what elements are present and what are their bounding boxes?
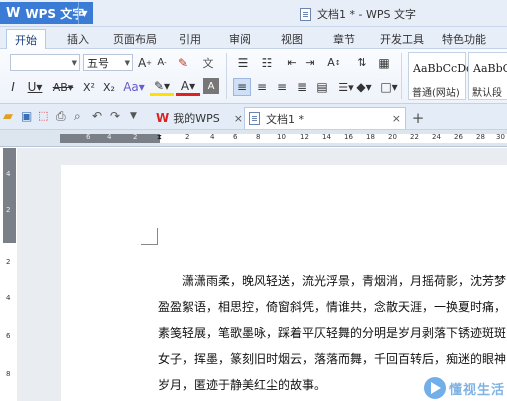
tab-my-wps[interactable]: W 我的WPS × [152, 107, 244, 129]
justify-button[interactable]: ≣ [293, 78, 311, 96]
tab-review[interactable]: 审阅 [222, 29, 258, 49]
tab-document1[interactable]: 文档1 * × [244, 107, 406, 129]
phonetic-guide-button[interactable]: 文 [196, 54, 220, 71]
open-folder-icon[interactable]: ▰ [3, 109, 17, 124]
align-right-button[interactable]: ≡ [273, 78, 291, 96]
font-size-select[interactable]: 五号 ▼ [83, 54, 133, 71]
shading-icon[interactable]: ◆▾ [352, 78, 376, 96]
style-normal-web[interactable]: AaBbCcDd 普通(网站) [408, 52, 473, 100]
save-icon[interactable]: ▣ [21, 109, 35, 123]
close-icon[interactable]: × [392, 112, 401, 125]
new-tab-button[interactable]: + [410, 107, 426, 129]
redo-icon[interactable]: ↷ [110, 109, 124, 123]
tab-chapter[interactable]: 章节 [326, 29, 362, 49]
style-default-paragraph[interactable]: AaBbC 默认段 [468, 52, 507, 100]
superscript-button[interactable]: X² [80, 78, 98, 96]
tab-label: 文档1 * [266, 112, 304, 126]
text-effect-button[interactable]: Aa▾ [122, 78, 146, 96]
font-color-button[interactable]: A▾ [176, 78, 200, 96]
style-name: 默认段 [472, 88, 502, 99]
print-preview-icon[interactable]: ⌕ [74, 109, 88, 123]
watermark: 懂视生活 [423, 377, 505, 399]
tab-special-features[interactable]: 特色功能 [438, 29, 490, 49]
style-name: 普通(网站) [412, 88, 460, 99]
tab-insert[interactable]: 插入 [60, 29, 96, 49]
distribute-button[interactable]: ▤ [313, 78, 331, 96]
align-left-button[interactable]: ≡ [233, 78, 251, 96]
style-sample: AaBbC [473, 62, 507, 75]
show-marks-button[interactable]: ▦ [376, 54, 392, 71]
margin-corner-mark [141, 228, 158, 245]
align-center-button[interactable]: ≡ [253, 78, 271, 96]
char-shading-button[interactable]: A [203, 78, 219, 94]
chevron-down-icon[interactable]: ▼ [78, 2, 90, 24]
tab-label: 我的WPS [173, 112, 220, 125]
quick-access-bar: ▰ ▣ ⬚ ⎙ ⌕ ↶ ↷ ▼ W 我的WPS × 文档1 * × + [0, 104, 507, 130]
app-name: WPS 文字 [25, 6, 85, 21]
shrink-font-button[interactable]: A- [154, 54, 170, 71]
tab-developer-tools[interactable]: 开发工具 [376, 29, 428, 49]
horizontal-ruler: 6 4 2 ⧗ 2 4 6 8 10 12 14 16 18 20 22 24 … [0, 130, 507, 147]
grow-font-button[interactable]: A + [137, 54, 153, 71]
highlight-color-icon[interactable]: ✎▾ [150, 78, 174, 96]
title-bar: W WPS 文字 ▼ 文档1 * - WPS 文字 [0, 0, 507, 27]
document-icon [300, 7, 311, 21]
close-icon[interactable]: × [234, 112, 243, 125]
text-line: 女子，挥墨，篆刻旧时烟云，落落而舞，千回百转后，痴迷的眼神， [158, 352, 507, 366]
italic-button[interactable]: I [6, 78, 20, 96]
borders-button[interactable]: □▾ [378, 78, 400, 96]
window-title: 文档1 * - WPS 文字 [300, 6, 416, 22]
wps-logo-icon: W [6, 5, 21, 21]
wps-logo-icon: W [156, 111, 170, 125]
ribbon-tabs: 开始 插入 页面布局 引用 审阅 视图 章节 开发工具 特色功能 [0, 27, 507, 49]
font-size-value: 五号 [87, 56, 109, 70]
watermark-text: 懂视生活 [448, 382, 505, 398]
increase-indent-button[interactable]: ⇥ [302, 54, 318, 71]
font-name-select[interactable]: ▼ [10, 54, 80, 71]
text-line: 素笺轻展，笔歌墨咏，踩着平仄轻舞的分明是岁月剥落下锈迹斑斑的 [158, 326, 507, 340]
bullet-list-button[interactable]: ☰ [232, 54, 254, 71]
vertical-ruler: 4 2 2 4 6 8 [3, 148, 16, 401]
numbered-list-button[interactable]: ☷ [256, 54, 278, 71]
export-pdf-icon[interactable]: ⬚ [38, 109, 52, 123]
decrease-indent-button[interactable]: ⇤ [284, 54, 300, 71]
tab-home[interactable]: 开始 [6, 29, 46, 49]
text-line: 潇潇雨柔，晚风轻送，流光浮景，青烟消，月摇荷影，沈芳梦， [182, 274, 507, 288]
strikethrough-button[interactable]: AB▾ [50, 78, 76, 96]
app-menu-button[interactable]: W WPS 文字 ▼ [0, 2, 93, 24]
chevron-down-icon: ▼ [71, 58, 77, 67]
customize-toolbar-icon[interactable]: ▼ [130, 111, 144, 125]
ribbon-home: ▼ 五号 ▼ A + A- ✎ 文 ☰ ☷ ⇤ ⇥ A ↕ ⇅ ▦ I U▾ AB▾… [0, 49, 507, 104]
indent-marker-icon[interactable]: ⧗ [157, 133, 162, 142]
subscript-button[interactable]: X₂ [100, 78, 118, 96]
print-icon[interactable]: ⎙ [56, 109, 70, 123]
tab-view[interactable]: 视图 [274, 29, 310, 49]
undo-icon[interactable]: ↶ [92, 109, 106, 123]
style-sample: AaBbCcDd [413, 62, 474, 75]
clear-format-icon[interactable]: ✎ [174, 54, 192, 71]
underline-button[interactable]: U▾ [24, 78, 46, 96]
play-logo-icon [423, 377, 446, 399]
sort-button[interactable]: ⇅ [352, 54, 372, 71]
document-icon [249, 112, 260, 125]
tab-references[interactable]: 引用 [172, 29, 208, 49]
text-line: 盈盈絮语，相思控，倚窗斜凭，情谁共，念散天涯，一换夏时痛， [158, 300, 507, 314]
window-title-text: 文档1 * - WPS 文字 [317, 8, 416, 21]
text-direction-button[interactable]: A ↕ [323, 54, 345, 71]
chevron-down-icon: ▼ [124, 58, 130, 67]
tab-page-layout[interactable]: 页面布局 [110, 29, 160, 49]
